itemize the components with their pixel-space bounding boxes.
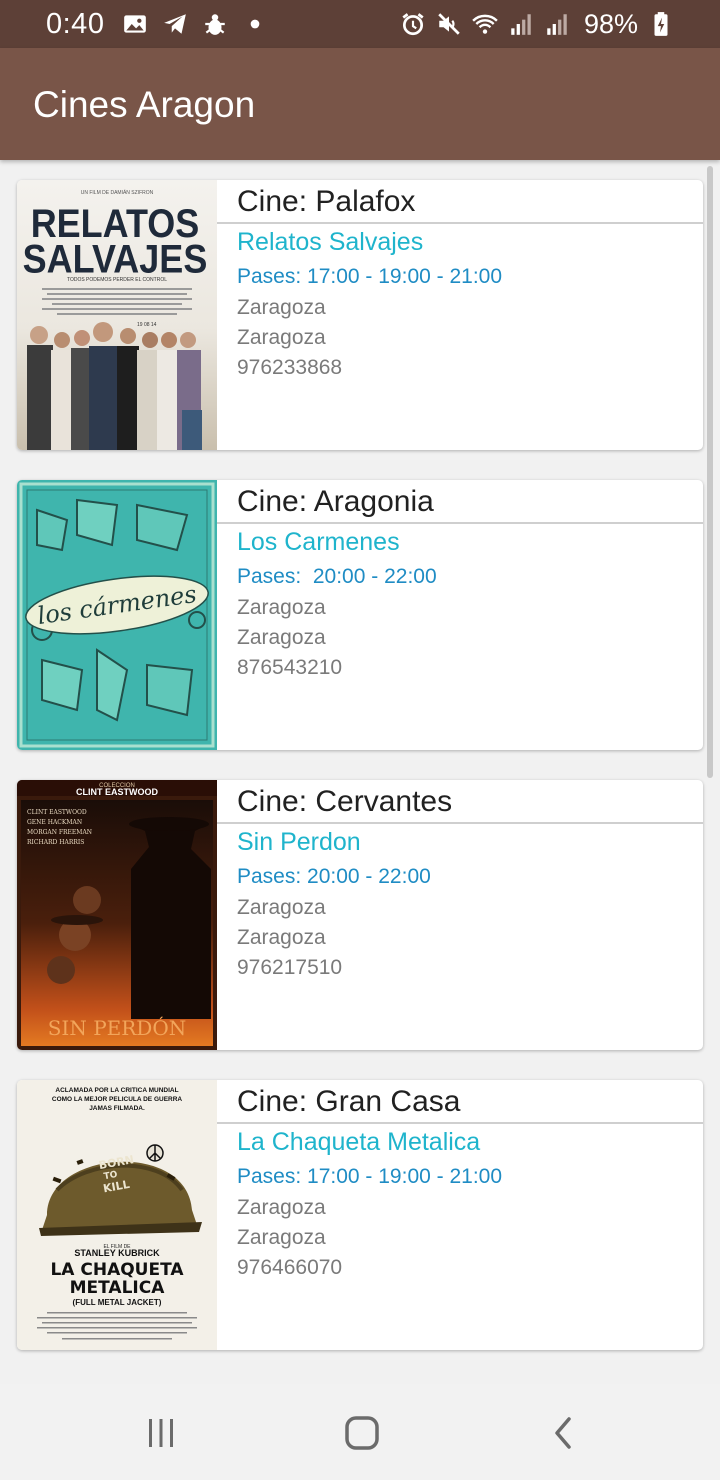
home-button[interactable] bbox=[337, 1408, 387, 1458]
back-icon bbox=[555, 1417, 571, 1449]
cinema-info: Cine: Aragonia Los Carmenes Pases: 20:00… bbox=[217, 480, 703, 750]
movie-poster-la-chaqueta-metalica: ACLAMADA POR LA CRITICA MUNDIAL COMO LA … bbox=[17, 1080, 217, 1350]
cinema-info: Cine: Cervantes Sin Perdon Pases: 20:00 … bbox=[217, 780, 703, 1050]
svg-text:19 08 14: 19 08 14 bbox=[137, 322, 157, 328]
cinema-province: Zaragoza bbox=[237, 326, 326, 349]
svg-text:STANLEY KUBRICK: STANLEY KUBRICK bbox=[74, 1248, 160, 1258]
showtimes: Pases: 20:00 - 22:00 bbox=[237, 865, 431, 888]
signal-icon bbox=[508, 11, 534, 37]
svg-text:METALICA: METALICA bbox=[70, 1278, 166, 1298]
movie-poster-los-carmenes: los cármenes bbox=[17, 480, 217, 750]
cinema-list[interactable]: UN FILM DE DAMIÁN SZIFRON RELATOS SALVAJ… bbox=[0, 160, 720, 1384]
cinema-name: Cine: Gran Casa bbox=[237, 1085, 461, 1118]
signal-icon bbox=[544, 11, 570, 37]
cinema-province: Zaragoza bbox=[237, 926, 326, 949]
svg-text:SALVAJES: SALVAJES bbox=[23, 238, 208, 282]
cinema-city: Zaragoza bbox=[237, 896, 326, 919]
divider bbox=[217, 822, 703, 824]
svg-text:CLINT EASTWOOD: CLINT EASTWOOD bbox=[76, 787, 158, 797]
recents-button[interactable] bbox=[136, 1408, 186, 1458]
movie-title: Relatos Salvajes bbox=[237, 228, 424, 256]
movie-title: Sin Perdon bbox=[237, 828, 361, 856]
svg-text:GENE HACKMAN: GENE HACKMAN bbox=[27, 819, 82, 826]
cinema-city: Zaragoza bbox=[237, 596, 326, 619]
image-icon bbox=[122, 11, 148, 37]
showtimes: Pases: 20:00 - 22:00 bbox=[237, 565, 437, 588]
svg-text:COMO LA MEJOR PELICULA DE GUER: COMO LA MEJOR PELICULA DE GUERRA bbox=[52, 1096, 183, 1103]
cinema-province: Zaragoza bbox=[237, 626, 326, 649]
battery-percent: 98% bbox=[583, 8, 638, 39]
showtimes: Pases: 17:00 - 19:00 - 21:00 bbox=[237, 265, 503, 288]
svg-text:UN FILM DE DAMIÁN SZIFRON: UN FILM DE DAMIÁN SZIFRON bbox=[81, 189, 154, 196]
status-notification-icons bbox=[122, 11, 268, 37]
cinema-card-gran-casa[interactable]: ACLAMADA POR LA CRITICA MUNDIAL COMO LA … bbox=[17, 1080, 703, 1350]
svg-text:ACLAMADA POR LA CRITICA MUNDIA: ACLAMADA POR LA CRITICA MUNDIAL bbox=[55, 1087, 178, 1094]
cinema-province: Zaragoza bbox=[237, 1226, 326, 1249]
movie-title: Los Carmenes bbox=[237, 528, 400, 556]
navigation-bar bbox=[0, 1384, 720, 1480]
cinema-city: Zaragoza bbox=[237, 296, 326, 319]
showtimes: Pases: 17:00 - 19:00 - 21:00 bbox=[237, 1165, 503, 1188]
telegram-icon bbox=[162, 11, 188, 37]
cinema-card-aragonia[interactable]: los cármenes Cine: Aragonia Los Carmenes… bbox=[17, 480, 703, 750]
home-icon bbox=[345, 1416, 379, 1450]
movie-poster-relatos-salvajes: UN FILM DE DAMIÁN SZIFRON RELATOS SALVAJ… bbox=[17, 180, 217, 450]
cinema-phone: 976217510 bbox=[237, 956, 343, 979]
mute-icon bbox=[436, 11, 462, 37]
divider bbox=[217, 222, 703, 224]
bug-icon bbox=[202, 11, 228, 37]
svg-text:(FULL METAL JACKET): (FULL METAL JACKET) bbox=[73, 1298, 162, 1307]
svg-text:TODOS PODEMOS PERDER EL CONTRO: TODOS PODEMOS PERDER EL CONTROL bbox=[67, 277, 167, 283]
cinema-phone: 976233868 bbox=[237, 356, 343, 379]
app-bar: Cines Aragon bbox=[0, 48, 720, 160]
back-button[interactable] bbox=[539, 1408, 589, 1458]
svg-text:CLINT EASTWOOD: CLINT EASTWOOD bbox=[27, 809, 87, 816]
cinema-info: Cine: Gran Casa La Chaqueta Metalica Pas… bbox=[217, 1080, 703, 1350]
recents-icon bbox=[149, 1419, 173, 1447]
wifi-icon bbox=[472, 11, 498, 37]
divider bbox=[217, 1122, 703, 1124]
cinema-name: Cine: Cervantes bbox=[237, 785, 453, 818]
status-system-icons: 98% bbox=[400, 9, 674, 40]
svg-text:RICHARD HARRIS: RICHARD HARRIS bbox=[27, 839, 84, 846]
dot-icon bbox=[242, 11, 268, 37]
cinema-name: Cine: Palafox bbox=[237, 185, 416, 218]
cinema-info: Cine: Palafox Relatos Salvajes Pases: 17… bbox=[217, 180, 703, 450]
divider bbox=[217, 522, 703, 524]
svg-text:SIN PERDÓN: SIN PERDÓN bbox=[48, 1015, 187, 1040]
status-time: 0:40 bbox=[46, 7, 105, 40]
alarm-icon bbox=[400, 11, 426, 37]
app-title: Cines Aragon bbox=[33, 84, 256, 125]
movie-title: La Chaqueta Metalica bbox=[237, 1128, 481, 1156]
cinema-card-cervantes[interactable]: COLECCION CLINT EASTWOOD CLINT EASTWOOD … bbox=[17, 780, 703, 1050]
cinema-city: Zaragoza bbox=[237, 1196, 326, 1219]
scrollbar[interactable] bbox=[707, 166, 713, 778]
battery-charging-icon bbox=[648, 11, 674, 37]
cinema-card-palafox[interactable]: UN FILM DE DAMIÁN SZIFRON RELATOS SALVAJ… bbox=[17, 180, 703, 450]
svg-text:MORGAN FREEMAN: MORGAN FREEMAN bbox=[27, 829, 92, 836]
svg-text:JAMAS FILMADA.: JAMAS FILMADA. bbox=[89, 1105, 145, 1112]
status-bar: 0:40 98% bbox=[0, 0, 720, 48]
cinema-phone: 976466070 bbox=[237, 1256, 343, 1279]
cinema-name: Cine: Aragonia bbox=[237, 485, 434, 518]
cinema-phone: 876543210 bbox=[237, 656, 343, 679]
svg-text:LA CHAQUETA: LA CHAQUETA bbox=[50, 1260, 184, 1280]
movie-poster-sin-perdon: COLECCION CLINT EASTWOOD CLINT EASTWOOD … bbox=[17, 780, 217, 1050]
